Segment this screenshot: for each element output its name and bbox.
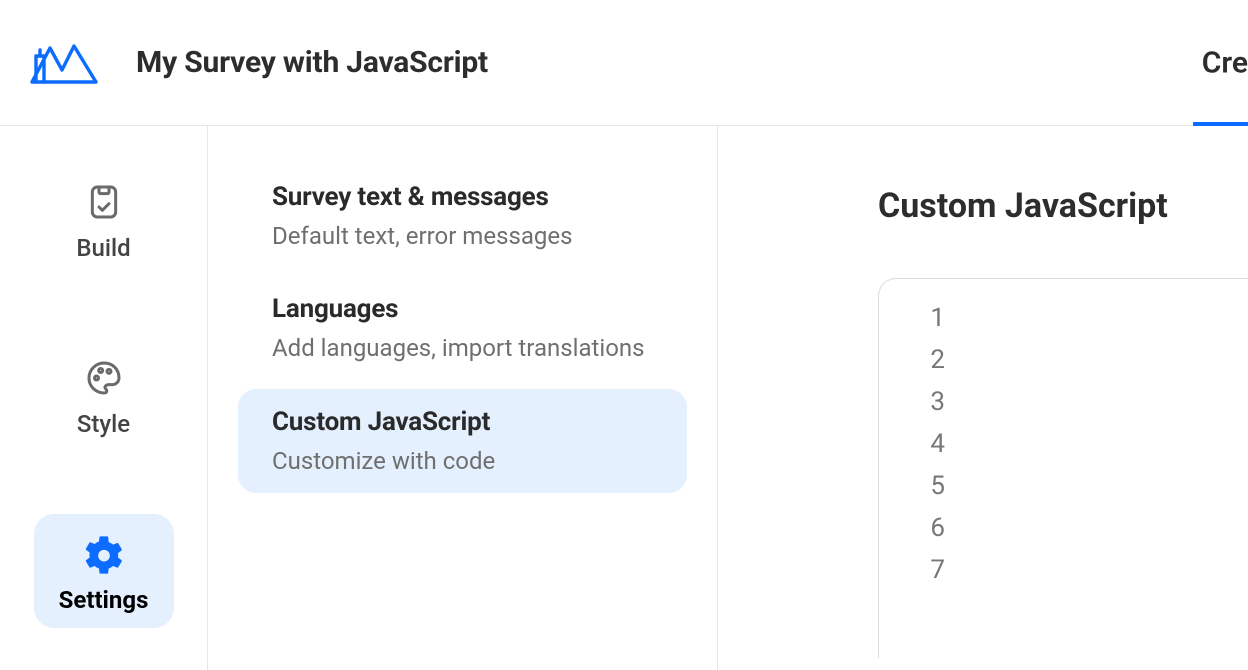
app-header: My Survey with JavaScript Cre — [0, 0, 1248, 126]
line-number: 2 — [925, 345, 945, 375]
settings-entry-subtitle: Customize with code — [272, 445, 653, 477]
sidebar-item-label: Settings — [59, 586, 149, 614]
sidebar-item-build[interactable]: Build — [34, 162, 174, 276]
clipboard-icon — [84, 182, 124, 222]
line-number: 1 — [925, 303, 945, 333]
main-panel: Custom JavaScript 1 2 3 4 5 6 7 — [718, 126, 1248, 670]
sidebar-item-label: Build — [76, 234, 130, 262]
settings-entry-title: Custom JavaScript — [272, 407, 653, 437]
line-number: 3 — [925, 387, 945, 417]
sidebar-item-style[interactable]: Style — [34, 338, 174, 452]
tab-create[interactable]: Cre — [1202, 45, 1248, 80]
settings-list: Survey text & messages Default text, err… — [208, 126, 718, 670]
line-number-gutter: 1 2 3 4 5 6 7 — [925, 303, 1248, 585]
settings-entry-subtitle: Add languages, import translations — [272, 332, 653, 364]
sidebar-item-label: Style — [77, 410, 130, 438]
line-number: 4 — [925, 429, 945, 459]
code-editor[interactable]: 1 2 3 4 5 6 7 — [878, 278, 1248, 658]
settings-entry-title: Languages — [272, 294, 653, 324]
left-sidebar: Build Style — [0, 126, 208, 670]
line-number: 5 — [925, 471, 945, 501]
settings-entry-survey-text[interactable]: Survey text & messages Default text, err… — [238, 164, 687, 268]
line-number: 6 — [925, 513, 945, 543]
settings-entry-custom-js[interactable]: Custom JavaScript Customize with code — [238, 389, 687, 493]
settings-entry-title: Survey text & messages — [272, 182, 653, 212]
settings-entry-subtitle: Default text, error messages — [272, 220, 653, 252]
line-number: 7 — [925, 555, 945, 585]
panel-heading: Custom JavaScript — [878, 186, 1248, 226]
gear-icon — [84, 534, 124, 574]
app-logo — [30, 42, 98, 84]
survey-title[interactable]: My Survey with JavaScript — [136, 45, 488, 80]
sidebar-item-settings[interactable]: Settings — [34, 514, 174, 628]
settings-entry-languages[interactable]: Languages Add languages, import translat… — [238, 276, 687, 380]
palette-icon — [84, 358, 124, 398]
